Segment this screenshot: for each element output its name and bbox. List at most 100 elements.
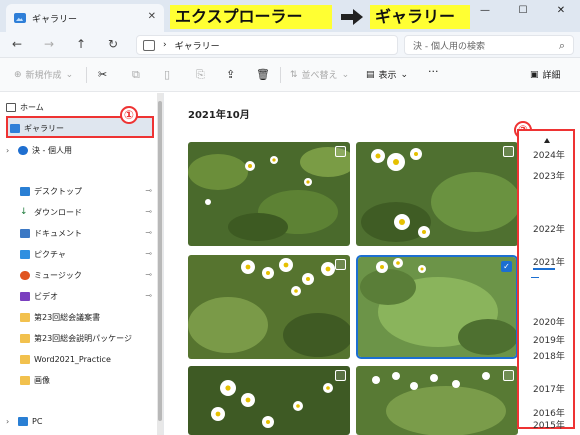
share-icon[interactable]: ⇪ — [226, 68, 235, 81]
timeline-year[interactable]: 2015年 — [533, 418, 565, 431]
sidebar-item-downloads[interactable]: ↓ ダウンロード ⊸ — [20, 202, 156, 222]
document-icon — [20, 228, 30, 238]
sidebar-item-folder[interactable]: 画像 — [20, 370, 156, 390]
sidebar-item-home[interactable]: ホーム — [6, 97, 156, 117]
folder-icon — [20, 375, 30, 385]
folder-icon — [20, 312, 30, 322]
breadcrumb-gallery[interactable]: ギャラリー — [175, 39, 220, 52]
up-button[interactable]: ↑ — [76, 37, 86, 51]
annotation-caption-gallery: ギャラリー — [370, 5, 470, 29]
sidebar-item-label: デスクトップ — [34, 186, 82, 196]
photo-thumbnail[interactable] — [188, 366, 350, 435]
refresh-button[interactable]: ↻ — [108, 37, 118, 51]
sidebar-item-label: ホーム — [20, 102, 44, 112]
more-options-button[interactable]: ··· — [428, 65, 439, 78]
photo-thumbnail[interactable] — [356, 142, 518, 246]
sidebar-item-label: ピクチャ — [34, 249, 66, 259]
delete-icon[interactable]: 🗑 — [256, 68, 270, 81]
select-checkbox[interactable] — [335, 370, 346, 381]
sidebar-item-label: Word2021_Practice — [34, 354, 111, 364]
timeline-year[interactable]: 2020年 — [533, 315, 565, 328]
photo-thumbnail[interactable] — [188, 142, 350, 246]
view-button[interactable]: ▤ 表示 ⌄ — [366, 68, 409, 82]
chevron-down-icon: ⌄ — [400, 69, 409, 80]
sidebar-item-folder[interactable]: 第23回総会議案書 — [20, 307, 156, 327]
sidebar-item-folder[interactable]: 第23回総会説明パッケージ — [20, 328, 156, 348]
sidebar-item-label: ダウンロード — [34, 207, 82, 217]
photo-thumbnail[interactable] — [188, 255, 350, 359]
sidebar-item-desktop[interactable]: デスクトップ ⊸ — [20, 181, 156, 201]
tab-gallery[interactable]: ギャラリー ✕ — [6, 4, 164, 32]
close-button[interactable]: ✕ — [542, 0, 580, 20]
select-checkbox[interactable] — [503, 146, 514, 157]
timeline-year[interactable]: 2024年 — [533, 148, 565, 161]
sidebar-item-music[interactable]: ミュージック ⊸ — [20, 265, 156, 285]
video-icon — [20, 291, 30, 301]
sidebar-item-onedrive[interactable]: › 決 - 個人用 — [6, 140, 156, 160]
timeline-year[interactable]: 2023年 — [533, 169, 565, 182]
sidebar-item-pc[interactable]: › PC — [6, 411, 156, 431]
back-button[interactable]: ← — [12, 37, 22, 51]
rename-icon[interactable]: ⎘ — [196, 68, 205, 82]
view-label: 表示 — [378, 71, 397, 81]
gallery-icon — [14, 13, 26, 23]
scrollbar-thumb[interactable] — [158, 101, 162, 421]
details-button[interactable]: ▣ 詳細 — [530, 68, 561, 82]
photo-thumbnail[interactable] — [356, 366, 518, 435]
music-icon — [20, 270, 30, 280]
sidebar-item-gallery[interactable]: ギャラリー — [10, 118, 160, 138]
select-checkbox[interactable] — [335, 146, 346, 157]
chevron-down-icon: ⌄ — [65, 69, 74, 80]
sidebar-item-videos[interactable]: ビデオ ⊸ — [20, 286, 156, 306]
scroll-up-icon[interactable] — [544, 138, 550, 143]
tab-label: ギャラリー — [32, 14, 78, 25]
breadcrumb-separator[interactable]: › — [163, 40, 167, 50]
sort-button[interactable]: ⇅ 並べ替え ⌄ — [290, 68, 349, 82]
maximize-button[interactable]: ☐ — [504, 0, 542, 20]
sidebar-scrollbar[interactable] — [157, 93, 163, 435]
select-checkbox[interactable] — [335, 259, 346, 270]
sidebar-item-pictures[interactable]: ピクチャ ⊸ — [20, 244, 156, 264]
expand-icon[interactable]: › — [6, 146, 14, 155]
desktop-icon — [20, 186, 30, 196]
sidebar-item-label: 第23回総会説明パッケージ — [34, 333, 133, 343]
paste-icon[interactable]: ▯ — [164, 68, 170, 81]
search-icon[interactable]: ⌕ — [559, 39, 565, 53]
copy-icon[interactable]: ⧉ — [132, 68, 140, 82]
timeline-year[interactable]: 2017年 — [533, 382, 565, 395]
flower-photo — [356, 142, 518, 246]
sidebar-item-folder[interactable]: Word2021_Practice — [20, 349, 156, 369]
timeline-year[interactable]: 2019年 — [533, 333, 565, 346]
search-input[interactable]: 決 - 個人用の検索 ⌕ — [404, 35, 574, 55]
timeline-year-current[interactable]: 2021年 — [533, 255, 565, 270]
pictures-icon — [20, 249, 30, 259]
tab-close-icon[interactable]: ✕ — [148, 11, 156, 22]
expand-icon[interactable]: › — [6, 417, 14, 426]
search-placeholder: 決 - 個人用の検索 — [413, 41, 485, 52]
select-checkbox[interactable] — [503, 370, 514, 381]
cut-icon[interactable]: ✂ — [98, 68, 107, 81]
timeline-year[interactable]: 2018年 — [533, 349, 565, 362]
title-bar: ギャラリー ✕ + エクスプローラー ギャラリー — ☐ ✕ — [0, 0, 580, 32]
folder-icon — [20, 333, 30, 343]
new-button[interactable]: ⊕ 新規作成 ⌄ — [14, 68, 74, 82]
minimize-button[interactable]: — — [466, 0, 504, 20]
forward-button[interactable]: → — [44, 37, 54, 51]
cloud-icon — [18, 145, 28, 155]
timeline-year[interactable]: 2022年 — [533, 222, 565, 235]
breadcrumb[interactable]: › ギャラリー — [136, 35, 398, 55]
home-icon — [6, 102, 16, 112]
sidebar-item-label: ドキュメント — [34, 228, 82, 238]
photo-thumbnail-selected[interactable]: ✓ — [356, 255, 518, 359]
folder-icon — [20, 354, 30, 364]
select-checkbox-checked[interactable]: ✓ — [501, 261, 512, 272]
sidebar-item-documents[interactable]: ドキュメント ⊸ — [20, 223, 156, 243]
gallery-icon — [10, 123, 20, 133]
annotation-arrow-icon — [341, 9, 363, 25]
sort-icon: ⇅ — [290, 69, 298, 80]
details-icon: ▣ — [530, 69, 539, 80]
timeline-scrubber[interactable]: 2024年 2023年 2022年 2021年 2020年 2019年 2018… — [517, 129, 575, 431]
date-heading: 2021年10月 — [188, 110, 250, 121]
sidebar-item-label: PC — [32, 416, 43, 426]
pin-icon: ⊸ — [145, 207, 152, 216]
